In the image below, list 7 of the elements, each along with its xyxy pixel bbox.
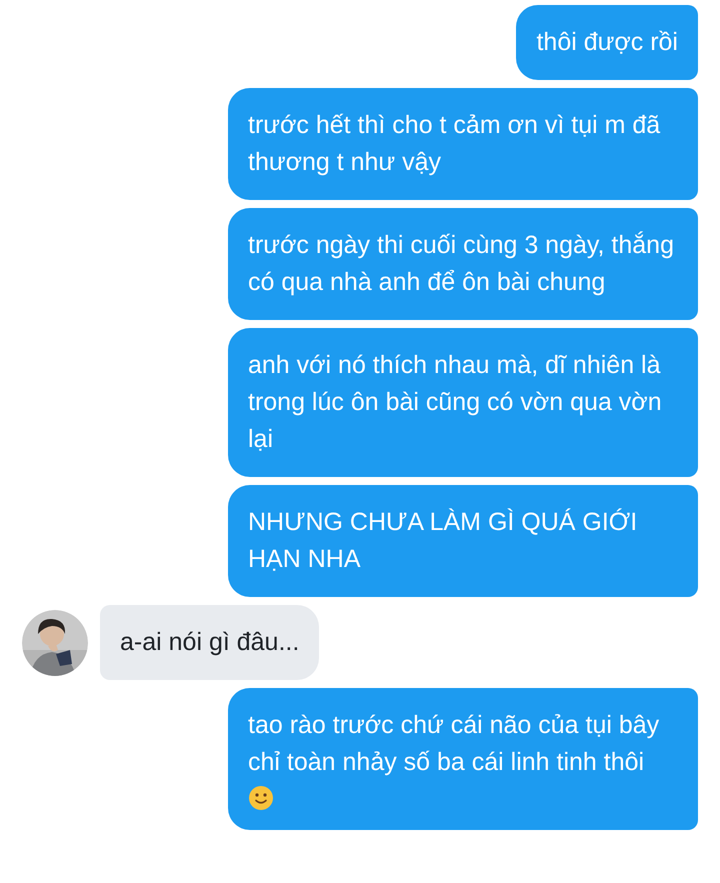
message-text: anh với nó thích nhau mà, dĩ nhiên là trong lúc ôn bài cũng có vờn qua vờn lại [248, 350, 663, 455]
message-text: thôi được rồi [536, 27, 678, 58]
message-text: tao rào trước chứ cái não của tụi bây chỉ toàn nhảy số ba cái linh tinh thôi [248, 710, 660, 778]
message-text: a-ai nói gì đâu... [120, 627, 300, 658]
message-text: trước hết thì cho t cảm ơn vì tụi m đã thương t như vậy [248, 110, 662, 178]
message-text: NHƯNG CHƯA LÀM GÌ QUÁ GIỚI HẠN NHA [248, 507, 638, 575]
message-text: trước ngày thi cuối cùng 3 ngày, thắng có qua nhà anh để ôn bài chung [248, 230, 675, 298]
